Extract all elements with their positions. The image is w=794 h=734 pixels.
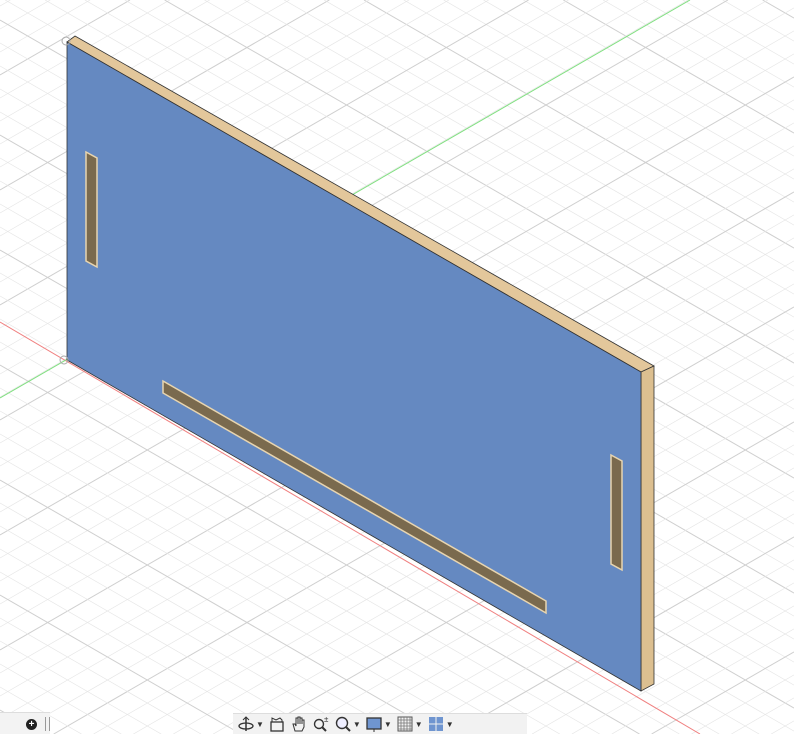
- dropdown-caret-icon[interactable]: ▼: [353, 720, 361, 729]
- orbit-button[interactable]: ▼: [237, 714, 264, 734]
- grid-line: [483, 0, 794, 180]
- dropdown-caret-icon[interactable]: ▼: [256, 720, 264, 729]
- grid-snaps-button[interactable]: ▼: [396, 714, 423, 734]
- pan-hand-icon: [292, 716, 305, 732]
- resize-grip[interactable]: [45, 717, 50, 731]
- browser-collapse-bar: +: [0, 712, 50, 734]
- grid-line: [722, 0, 794, 42]
- grid-line: [563, 0, 794, 134]
- grid-line: [403, 0, 794, 226]
- grid-line: [363, 0, 794, 249]
- grid-line: [771, 720, 794, 734]
- grid-line: [443, 0, 794, 203]
- right-slot: [610, 453, 623, 572]
- orbit-icon: [238, 716, 254, 731]
- panel-front-face: [66, 41, 642, 692]
- navigation-toolbar: ▼ ± ▼ ▼ ▼ ▼: [233, 713, 527, 734]
- left-slot: [85, 150, 98, 269]
- grid-line: [0, 548, 321, 734]
- viewports-icon: [428, 717, 443, 731]
- fit-window-icon: [335, 716, 351, 732]
- svg-text:±: ±: [324, 715, 329, 724]
- grid-line: [523, 0, 794, 157]
- display-settings-button[interactable]: ▼: [365, 714, 392, 734]
- grid-line: [682, 0, 794, 65]
- fit-window-button[interactable]: ▼: [334, 714, 361, 734]
- grid-line: [651, 651, 794, 734]
- 3d-viewport[interactable]: [0, 0, 794, 734]
- plus-circle-icon[interactable]: +: [26, 719, 37, 730]
- viewports-button[interactable]: ▼: [427, 714, 454, 734]
- grid-line: [0, 571, 281, 734]
- pan-button[interactable]: [290, 714, 308, 734]
- grid-line: [691, 674, 794, 734]
- dropdown-caret-icon[interactable]: ▼: [446, 720, 454, 729]
- zoom-button[interactable]: ±: [312, 714, 330, 734]
- grid-line: [0, 502, 401, 734]
- look-at-icon: [270, 717, 284, 732]
- grid-line: [0, 0, 11, 7]
- grid-line: [0, 525, 361, 734]
- panel-side-edge: [640, 365, 655, 692]
- grid-line: [731, 697, 794, 734]
- dropdown-caret-icon[interactable]: ▼: [415, 720, 423, 729]
- look-at-button[interactable]: [268, 714, 286, 734]
- zoom-icon: ±: [313, 715, 329, 732]
- grid-line: [762, 0, 794, 19]
- grid-snaps-icon: [397, 716, 413, 732]
- display-settings-icon: [366, 717, 382, 732]
- dropdown-caret-icon[interactable]: ▼: [384, 720, 392, 729]
